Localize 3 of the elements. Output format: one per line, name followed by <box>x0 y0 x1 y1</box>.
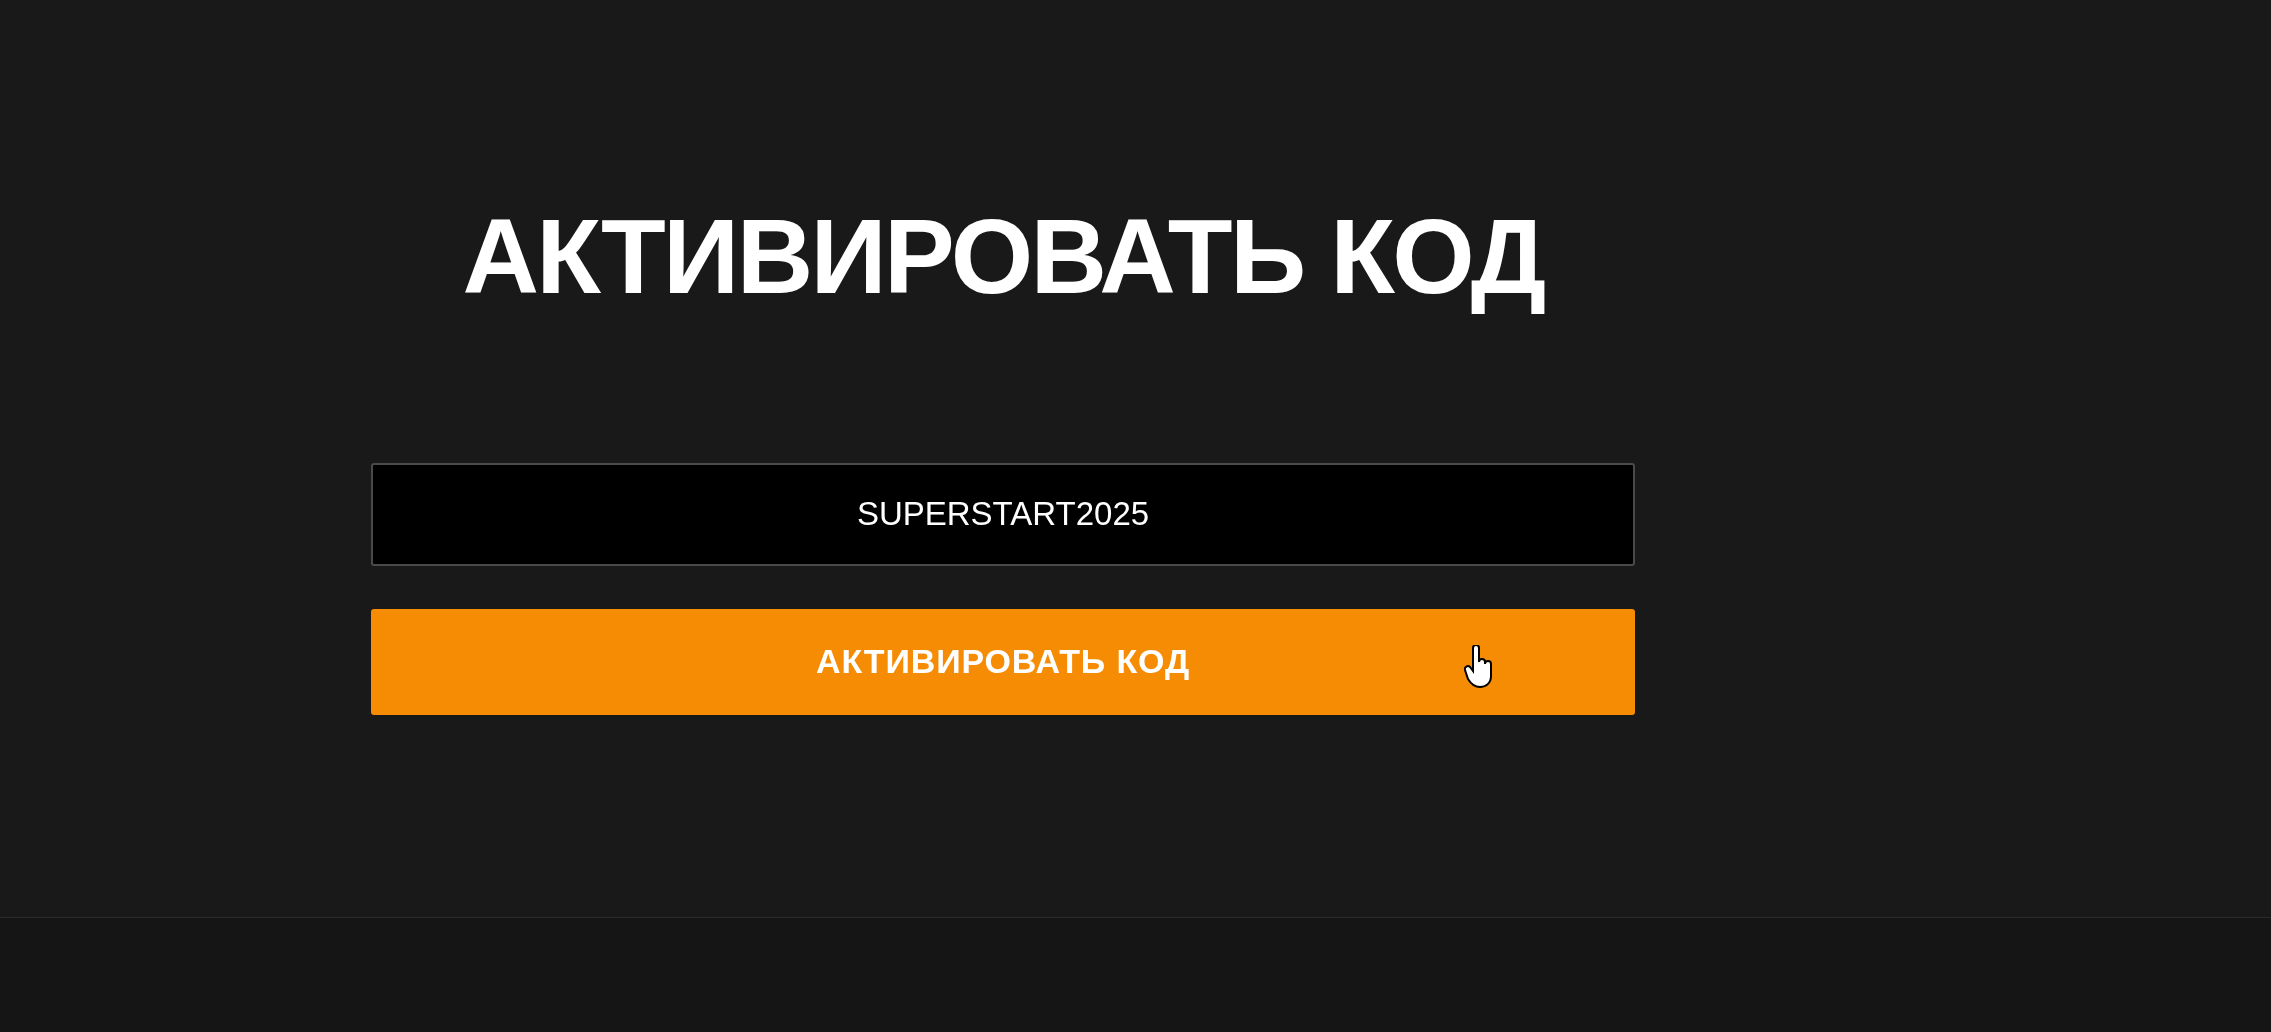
page-title: АКТИВИРОВАТЬ КОД <box>462 196 1544 317</box>
hand-pointer-icon <box>1464 644 1494 689</box>
code-input-field[interactable]: SUPERSTART2025 <box>371 462 1635 566</box>
